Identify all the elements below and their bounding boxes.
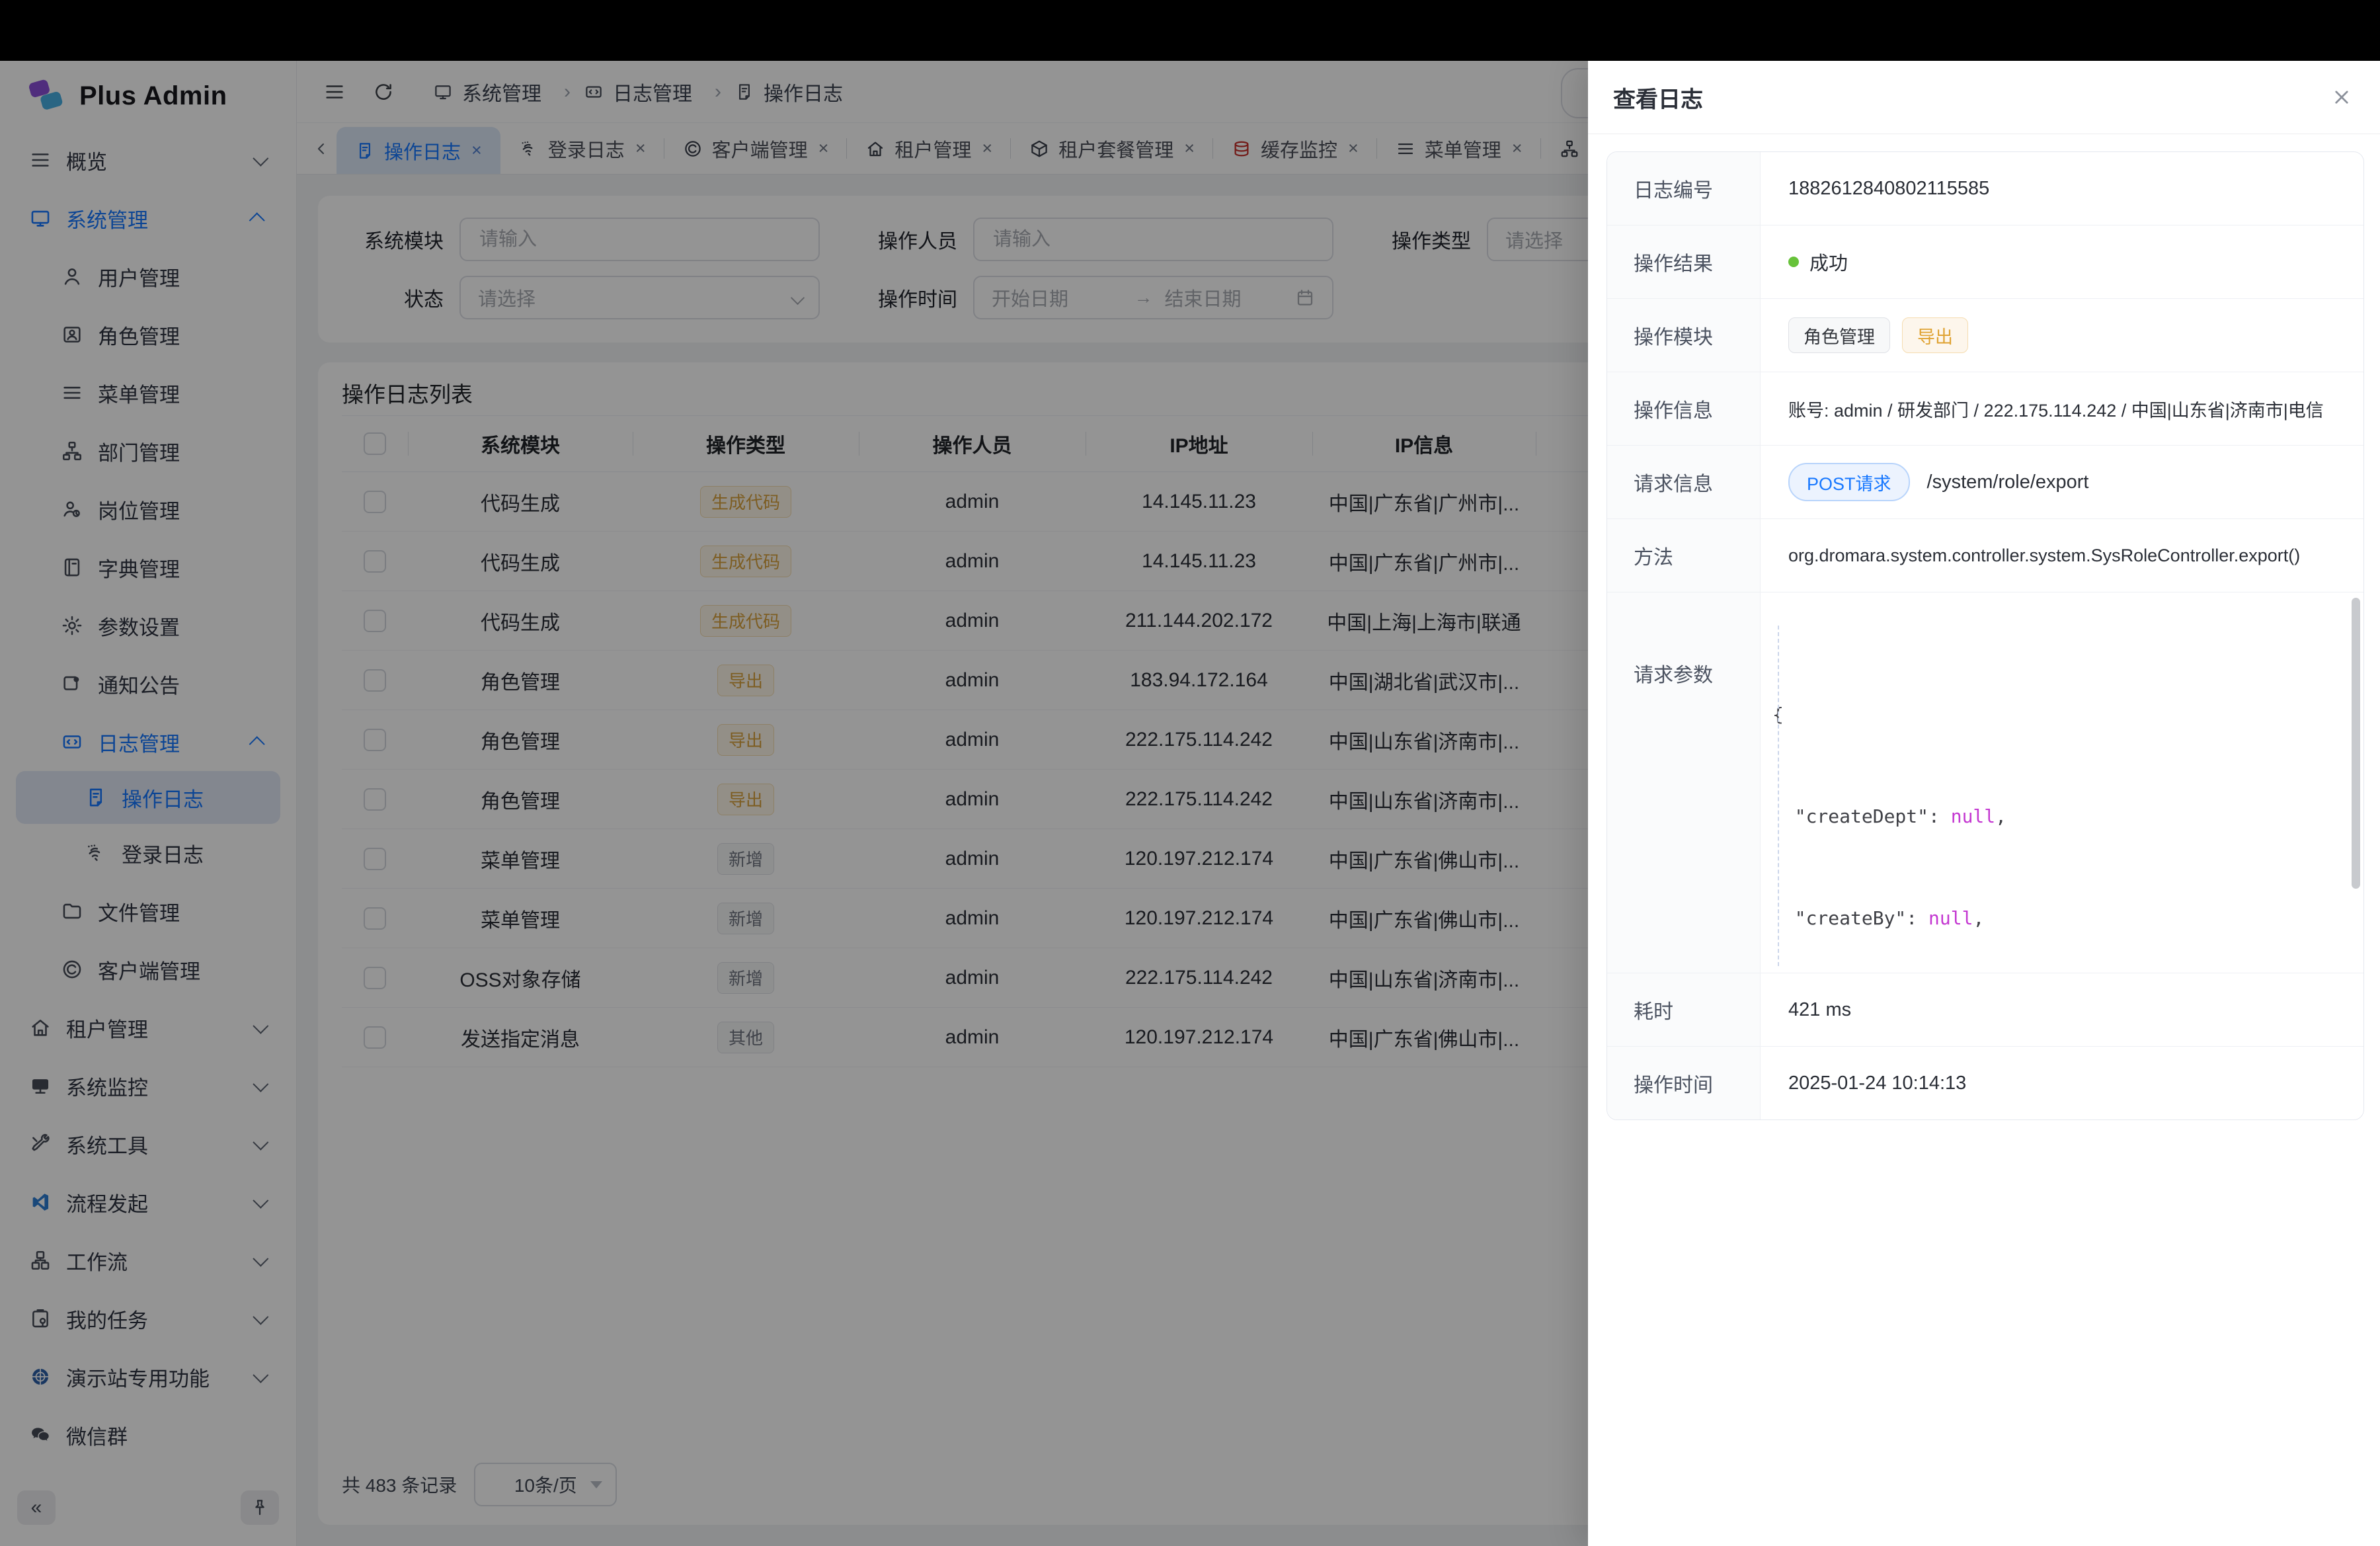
indent-guide bbox=[1778, 626, 1779, 966]
drawer-title: 查看日志 bbox=[1613, 81, 1703, 114]
operation-info-value: 账号: admin / 研发部门 / 222.175.114.242 / 中国|… bbox=[1761, 372, 2363, 445]
detail-label: 耗时 bbox=[1607, 973, 1761, 1046]
log-id-value: 1882612840802115585 bbox=[1761, 152, 2363, 225]
detail-row-params: 请求参数 { "createDept": null, bbox=[1607, 592, 2363, 973]
request-params-value: { "createDept": null, "createBy": null, … bbox=[1761, 592, 2363, 973]
detail-row-result: 操作结果 成功 bbox=[1607, 225, 2363, 299]
detail-row-id: 日志编号 1882612840802115585 bbox=[1607, 152, 2363, 225]
detail-label: 操作结果 bbox=[1607, 225, 1761, 298]
detail-row-module: 操作模块 角色管理 导出 bbox=[1607, 299, 2363, 372]
drawer-body: 日志编号 1882612840802115585 操作结果 成功 操作模块 bbox=[1588, 134, 2380, 1120]
result-text: 成功 bbox=[1809, 248, 1848, 276]
module-tag: 角色管理 bbox=[1788, 317, 1890, 353]
detail-row-cost: 耗时 421 ms bbox=[1607, 973, 2363, 1047]
module-tags: 角色管理 导出 bbox=[1761, 299, 2363, 372]
json-code: { "createDept": null, "createBy": null, … bbox=[1772, 600, 2344, 973]
view-log-drawer: 查看日志 日志编号 1882612840802115585 操作结果 成功 操作… bbox=[1588, 61, 2380, 1546]
success-dot-icon bbox=[1788, 257, 1799, 267]
detail-label: 方法 bbox=[1607, 519, 1761, 592]
close-icon[interactable] bbox=[2330, 85, 2354, 109]
json-line: "createDept": null, bbox=[1772, 804, 2344, 830]
json-code-block[interactable]: { "createDept": null, "createBy": null, … bbox=[1761, 592, 2363, 973]
time-value: 2025-01-24 10:14:13 bbox=[1761, 1047, 2363, 1119]
detail-label: 操作模块 bbox=[1607, 299, 1761, 372]
detail-label: 操作信息 bbox=[1607, 372, 1761, 445]
detail-row-method: 方法 org.dromara.system.controller.system.… bbox=[1607, 519, 2363, 592]
json-line: { bbox=[1772, 702, 2344, 728]
drawer-header: 查看日志 bbox=[1588, 61, 2380, 134]
detail-label: 请求信息 bbox=[1607, 446, 1761, 518]
detail-label: 日志编号 bbox=[1607, 152, 1761, 225]
screen: Plus Admin 概览 系统管理 bbox=[0, 0, 2380, 1546]
scrollbar-thumb[interactable] bbox=[2352, 598, 2360, 889]
json-line: "createBy": null, bbox=[1772, 906, 2344, 932]
detail-row-request: 请求信息 POST请求 /system/role/export bbox=[1607, 446, 2363, 519]
log-detail-table: 日志编号 1882612840802115585 操作结果 成功 操作模块 bbox=[1606, 151, 2364, 1120]
module-tag: 导出 bbox=[1902, 317, 1968, 353]
post-method-tag: POST请求 bbox=[1788, 463, 1910, 501]
cost-value: 421 ms bbox=[1761, 973, 2363, 1046]
detail-row-time: 操作时间 2025-01-24 10:14:13 bbox=[1607, 1047, 2363, 1119]
result-value: 成功 bbox=[1761, 225, 2363, 298]
request-url: /system/role/export bbox=[1927, 471, 2089, 493]
detail-label: 操作时间 bbox=[1607, 1047, 1761, 1119]
method-value: org.dromara.system.controller.system.Sys… bbox=[1761, 519, 2363, 592]
detail-label: 请求参数 bbox=[1607, 592, 1761, 973]
detail-row-info: 操作信息 账号: admin / 研发部门 / 222.175.114.242 … bbox=[1607, 372, 2363, 446]
request-value: POST请求 /system/role/export bbox=[1761, 446, 2363, 518]
